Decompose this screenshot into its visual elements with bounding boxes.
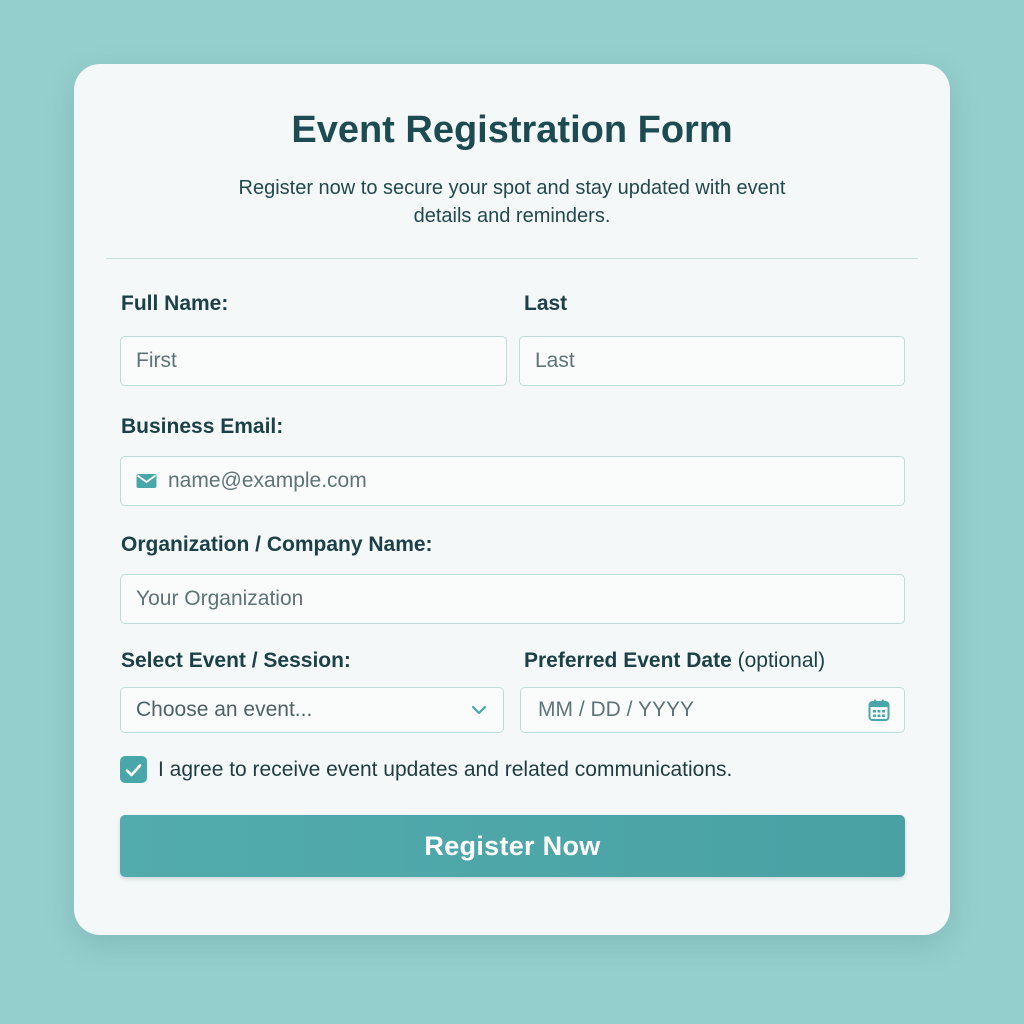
form-subtitle: Register now to secure your spot and sta… (238, 177, 786, 227)
event-date-label-text: Preferred Event Date (524, 649, 732, 672)
event-date-field[interactable] (520, 687, 905, 733)
email-input[interactable] (168, 457, 904, 505)
full-name-label: Full Name: (121, 292, 229, 315)
consent-label[interactable]: I agree to receive event updates and rel… (158, 756, 732, 784)
event-date-label: Preferred Event Date (optional) (524, 647, 825, 675)
chevron-down-icon (471, 705, 487, 715)
consent-checkbox[interactable] (120, 756, 147, 783)
email-label: Business Email: (121, 415, 284, 438)
form-title: Event Registration Form (291, 109, 733, 151)
last-name-label: Last (524, 292, 568, 315)
envelope-icon (136, 473, 157, 489)
last-name-field[interactable] (519, 336, 905, 386)
calendar-icon[interactable] (868, 699, 890, 722)
last-name-input[interactable] (535, 337, 904, 385)
organization-input[interactable] (136, 575, 904, 623)
email-field[interactable] (120, 456, 905, 506)
header-divider (106, 258, 918, 259)
first-name-field[interactable] (120, 336, 507, 386)
organization-field[interactable] (120, 574, 905, 624)
organization-label: Organization / Company Name: (121, 533, 433, 556)
register-now-button[interactable]: Register Now (120, 815, 905, 877)
first-name-input[interactable] (136, 337, 506, 385)
checkmark-icon (125, 763, 142, 777)
event-select-value: Choose an event... (136, 698, 313, 721)
event-select-label: Select Event / Session: (121, 649, 351, 672)
optional-note: (optional) (737, 649, 826, 672)
event-select[interactable]: Choose an event... (120, 687, 504, 733)
event-date-input[interactable] (538, 688, 868, 732)
